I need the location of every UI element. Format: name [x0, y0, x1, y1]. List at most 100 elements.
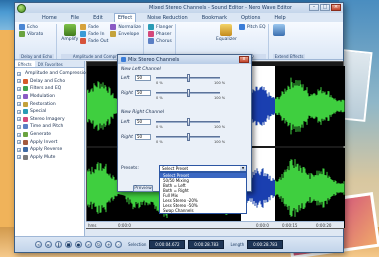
channel-label: Left: [121, 120, 130, 125]
record-icon[interactable]: ●: [75, 241, 82, 248]
menu-bookmark[interactable]: Bookmark: [199, 14, 230, 22]
app-menu-orb-icon[interactable]: [17, 4, 26, 13]
mix-slider-thumb[interactable]: [186, 89, 190, 97]
fade-out-button[interactable]: Fade Out: [80, 38, 108, 44]
mix-slider-thumb[interactable]: [186, 118, 190, 126]
expand-icon[interactable]: +: [17, 124, 21, 129]
expand-icon[interactable]: +: [17, 155, 21, 160]
effects-tree-item[interactable]: + Special: [17, 108, 84, 116]
effects-tree-item[interactable]: + Time and Pitch: [17, 123, 84, 131]
stop-icon[interactable]: ■: [65, 241, 72, 248]
effects-tree-item[interactable]: + Modulation: [17, 93, 84, 101]
menu-effect[interactable]: Effect: [113, 13, 137, 22]
slider-max-label: 100 %: [214, 96, 226, 100]
rewind-icon[interactable]: «: [35, 241, 42, 248]
dialog-title-bar[interactable]: Mix Stereo Channels: [118, 55, 251, 64]
effects-tree-item[interactable]: + Filters and EQ: [17, 85, 84, 93]
effects-tree-item[interactable]: + Delay and Echo: [17, 78, 84, 86]
expand-icon[interactable]: +: [17, 86, 21, 91]
effects-tree-item[interactable]: + Generate: [17, 131, 84, 139]
tab-effects[interactable]: Effects: [15, 61, 35, 67]
envelope-button[interactable]: Envelope: [110, 31, 141, 37]
effects-tree-item[interactable]: + Apply Invert: [17, 138, 84, 146]
effects-tree-item[interactable]: + Apply Reverse: [17, 146, 84, 154]
mix-slider-thumb[interactable]: [186, 133, 190, 141]
expand-icon[interactable]: +: [17, 71, 21, 76]
forward-icon[interactable]: »: [85, 241, 92, 248]
ribbon-group-label: Delay and Echo: [19, 54, 55, 59]
folder-icon: [23, 132, 28, 138]
echo-button[interactable]: Echo: [19, 24, 43, 30]
menu-file[interactable]: File: [68, 14, 82, 22]
menu-edit[interactable]: Edit: [90, 14, 106, 22]
dialog-close-button[interactable]: x: [239, 56, 249, 63]
folder-icon: [23, 109, 28, 115]
title-bar[interactable]: Mixed Stereo Channels - Sound Editor - N…: [15, 3, 343, 13]
vibrato-button[interactable]: Vibrato: [19, 31, 43, 37]
window-title: Mixed Stereo Channels - Sound Editor - N…: [149, 5, 292, 11]
folder-icon: [23, 78, 28, 84]
flanger-button[interactable]: Flanger: [148, 24, 173, 30]
close-button[interactable]: ×: [331, 4, 341, 11]
effects-tree-item[interactable]: + Stereo Imagery: [17, 116, 84, 124]
equalizer-button[interactable]: Equalizer: [216, 24, 237, 42]
effects-tree: + Amplitude and Compression + Delay and Ech…: [15, 68, 89, 162]
expand-icon[interactable]: +: [17, 109, 21, 114]
dialog-title: Mix Stereo Channels: [128, 56, 180, 63]
effects-tree-item[interactable]: + Amplitude and Compression: [17, 70, 89, 78]
menu-noise-reduction[interactable]: Noise Reduction: [144, 14, 190, 22]
zoom-in-icon[interactable]: +: [105, 241, 112, 248]
selection-end-value: 0:00:28.783: [188, 240, 225, 249]
amplify-button[interactable]: Amplify: [61, 24, 78, 44]
effects-tree-item[interactable]: + Restoration: [17, 100, 84, 108]
effects-tree-item-label: Stereo Imagery: [30, 116, 65, 122]
phaser-button[interactable]: Phaser: [148, 31, 173, 37]
extend-effects-button[interactable]: [272, 24, 285, 36]
preset-dropdown-list: Select Preset 50/50 Mixing Both = Left Both…: [159, 172, 247, 214]
expand-icon[interactable]: +: [17, 102, 21, 107]
expand-icon[interactable]: +: [17, 117, 21, 122]
loop-icon[interactable]: ↻: [95, 241, 102, 248]
tab-dx-favorites[interactable]: DX Favorites: [35, 61, 66, 67]
chorus-button[interactable]: Chorus: [148, 38, 173, 44]
pause-icon[interactable]: ‖: [55, 241, 62, 248]
menu-bar: Home File Edit Effect Noise Reduction Bookmar…: [15, 13, 343, 22]
extend-effects-icon: [272, 24, 285, 36]
maximize-button[interactable]: □: [320, 4, 330, 11]
preview-button[interactable]: Preview: [133, 185, 153, 192]
expand-icon[interactable]: +: [17, 132, 21, 137]
fade-button[interactable]: Fade: [80, 24, 108, 30]
channel-mix-row: Left 50 0 % 100 %: [118, 74, 246, 85]
play-icon[interactable]: ▸: [45, 241, 52, 248]
expand-icon[interactable]: +: [17, 79, 21, 84]
mix-percent-input[interactable]: 50: [135, 75, 151, 81]
normalize-button[interactable]: Normalize: [110, 24, 141, 30]
chevron-down-icon[interactable]: ▼: [240, 166, 246, 171]
channel-mix-row: Left 50 0 % 100 %: [118, 118, 246, 129]
effects-tree-item-label: Modulation: [30, 94, 55, 100]
ribbon-group-extend: Extend Effects: [271, 24, 308, 59]
pitch-eq-button[interactable]: Pitch EQ: [238, 24, 266, 30]
folder-icon: [23, 94, 28, 100]
preset-select[interactable]: Select Preset ▼: [159, 165, 247, 172]
fade-in-button[interactable]: Fade In: [80, 31, 108, 37]
preset-option[interactable]: Swap Channels: [160, 208, 246, 213]
minimize-button[interactable]: –: [309, 4, 319, 11]
menu-options[interactable]: Options: [238, 14, 263, 22]
expand-icon[interactable]: +: [17, 140, 21, 145]
mix-slider-thumb[interactable]: [186, 74, 190, 82]
expand-icon[interactable]: +: [17, 94, 21, 99]
effects-tree-item[interactable]: + Apply Mute: [17, 154, 84, 162]
expand-icon[interactable]: +: [17, 147, 21, 152]
fade-out-icon: [80, 38, 87, 44]
menu-help[interactable]: Help: [271, 14, 288, 22]
channel-label: Right: [121, 135, 133, 140]
mix-percent-input[interactable]: 50: [135, 90, 151, 96]
effects-tree-item-label: Apply Mute: [30, 154, 56, 160]
mix-percent-input[interactable]: 50: [135, 119, 151, 125]
mix-percent-input[interactable]: 50: [135, 134, 151, 140]
effects-tree-item-label: Amplitude and Compression: [25, 71, 89, 77]
selection-label: Selection: [128, 242, 147, 247]
menu-home[interactable]: Home: [39, 14, 60, 22]
zoom-out-icon[interactable]: -: [115, 241, 122, 248]
